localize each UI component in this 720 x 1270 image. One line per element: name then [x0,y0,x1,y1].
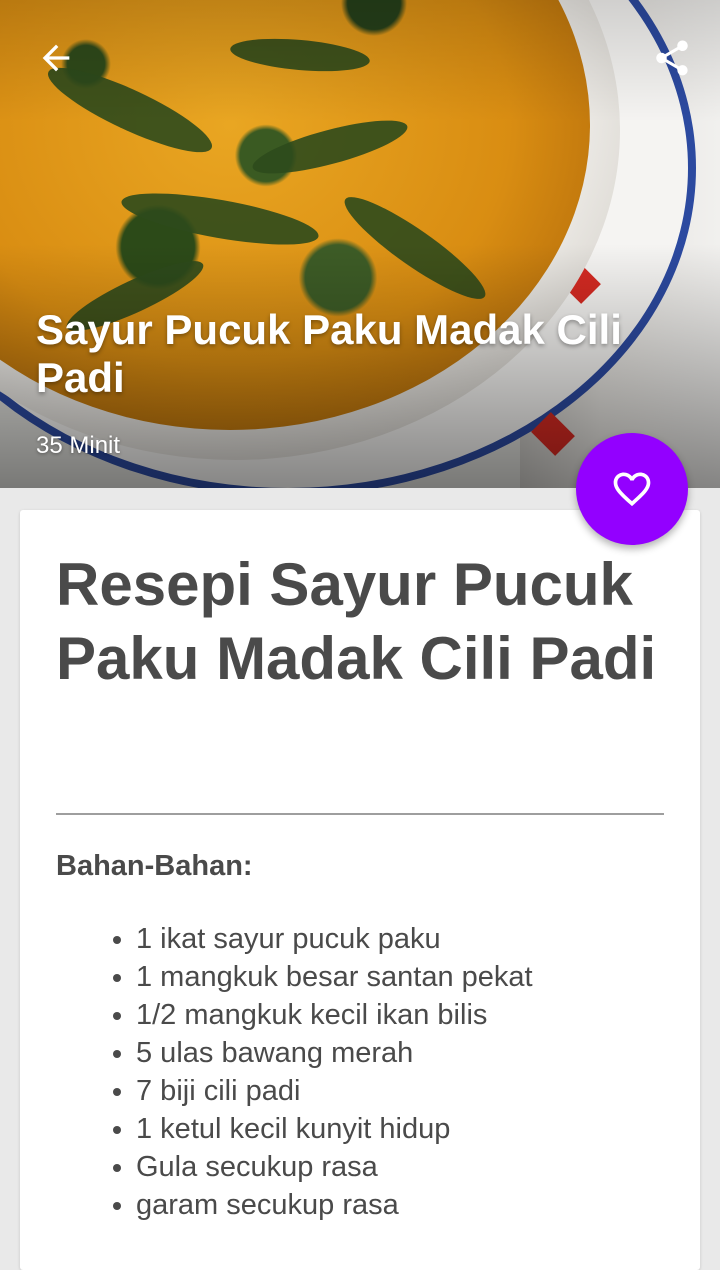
ingredient-item: Gula secukup rasa [136,1148,533,1186]
recipe-title: Resepi Sayur Pucuk Paku Madak Cili Padi [56,551,657,692]
ingredient-item: garam secukup rasa [136,1186,533,1224]
ingredients-label: Bahan-Bahan: [56,850,253,882]
favorite-button[interactable] [576,433,688,545]
arrow-left-icon [42,44,70,72]
ingredient-item: 7 biji cili padi [136,1072,533,1110]
back-button[interactable] [28,30,84,86]
ingredient-item: 1 ketul kecil kunyit hidup [136,1110,533,1148]
hero-title: Sayur Pucuk Paku Madak Cili Padi [36,306,622,401]
ingredient-item: 1 mangkuk besar santan pekat [136,958,533,996]
hero-image: Sayur Pucuk Paku Madak Cili Padi 35 Mini… [0,0,720,488]
ingredient-item: 5 ulas bawang merah [136,1034,533,1072]
hero-shade [0,0,720,488]
ingredient-item: 1 ikat sayur pucuk paku [136,920,533,958]
share-button[interactable] [642,28,702,88]
recipe-card: Resepi Sayur Pucuk Paku Madak Cili Padi … [20,510,700,1270]
ingredients-list: 1 ikat sayur pucuk paku 1 mangkuk besar … [108,920,533,1224]
share-icon [656,40,688,76]
divider [56,813,664,815]
ingredient-item: 1/2 mangkuk kecil ikan bilis [136,996,533,1034]
cooking-time: 35 Minit [36,432,121,459]
heart-outline-icon [613,472,651,507]
